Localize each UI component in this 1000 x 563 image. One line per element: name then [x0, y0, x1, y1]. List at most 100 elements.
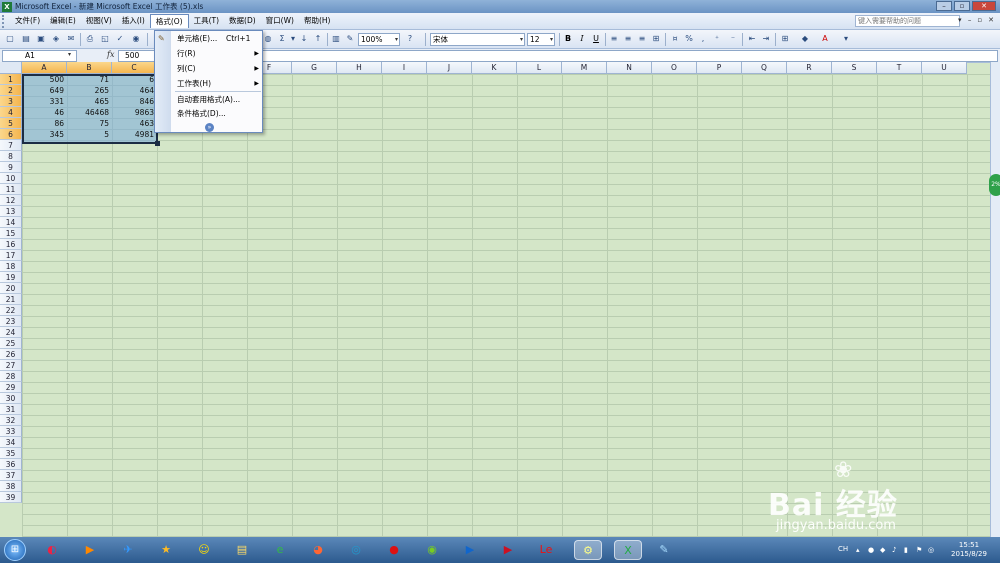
- cell[interactable]: 345: [22, 129, 67, 140]
- cell[interactable]: 465: [67, 96, 112, 107]
- cell[interactable]: 4981: [112, 129, 157, 140]
- folder-icon[interactable]: ▤: [232, 540, 252, 560]
- row-header[interactable]: 37: [0, 470, 22, 481]
- tray-security-icon[interactable]: ◆: [880, 546, 888, 554]
- bird-icon[interactable]: ✈: [118, 540, 138, 560]
- clock[interactable]: 15:51 2015/8/29: [946, 541, 992, 559]
- help-dropdown-icon[interactable]: ▾: [958, 16, 962, 24]
- star-icon[interactable]: ★: [156, 540, 176, 560]
- volume-icon[interactable]: ♪: [892, 546, 900, 554]
- green-player-icon[interactable]: ◉: [422, 540, 442, 560]
- row-header[interactable]: 16: [0, 239, 22, 250]
- row-header[interactable]: 19: [0, 272, 22, 283]
- row-header[interactable]: 23: [0, 316, 22, 327]
- email-icon[interactable]: ✉: [65, 33, 77, 45]
- row-header[interactable]: 20: [0, 283, 22, 294]
- row-header[interactable]: 15: [0, 228, 22, 239]
- row-header[interactable]: 4: [0, 107, 22, 118]
- menu-insert[interactable]: 插入(I): [117, 14, 150, 28]
- row-header[interactable]: 22: [0, 305, 22, 316]
- cell[interactable]: 46: [22, 107, 67, 118]
- menu-item-column[interactable]: 列(C) ▶: [177, 63, 261, 75]
- column-header-n[interactable]: N: [607, 62, 652, 74]
- row-header[interactable]: 31: [0, 404, 22, 415]
- sort-ascending-icon[interactable]: ↓: [298, 33, 310, 45]
- column-header-k[interactable]: K: [472, 62, 517, 74]
- zoom-select[interactable]: 100% ▾: [358, 33, 400, 46]
- row-header[interactable]: 21: [0, 294, 22, 305]
- cell[interactable]: 71: [67, 74, 112, 85]
- record-icon[interactable]: ●: [384, 540, 404, 560]
- insert-function-icon[interactable]: fx: [107, 50, 114, 59]
- close-icon[interactable]: ✕: [972, 1, 996, 11]
- column-header-l[interactable]: L: [517, 62, 562, 74]
- row-header[interactable]: 1: [0, 74, 22, 85]
- fill-handle[interactable]: [155, 141, 160, 146]
- cell[interactable]: 75: [67, 118, 112, 129]
- cell[interactable]: 5: [67, 129, 112, 140]
- help-search-input[interactable]: 键入需要帮助的问题: [855, 15, 960, 27]
- row-header[interactable]: 28: [0, 371, 22, 382]
- le-icon[interactable]: Le: [536, 540, 556, 560]
- font-color-icon[interactable]: A: [819, 33, 831, 45]
- open-icon[interactable]: ▤: [20, 33, 32, 45]
- help-icon[interactable]: ?: [404, 33, 416, 45]
- borders-icon[interactable]: ⊞: [779, 33, 791, 45]
- row-header[interactable]: 8: [0, 151, 22, 162]
- drawing-icon[interactable]: ✎: [344, 33, 356, 45]
- row-header[interactable]: 18: [0, 261, 22, 272]
- red-player-icon[interactable]: ▶: [498, 540, 518, 560]
- align-left-icon[interactable]: ≡: [608, 33, 620, 45]
- column-header-j[interactable]: J: [427, 62, 472, 74]
- cell[interactable]: 265: [67, 85, 112, 96]
- increase-decimal-icon[interactable]: ⁺: [711, 33, 723, 45]
- new-icon[interactable]: ▢: [4, 33, 16, 45]
- qq-icon[interactable]: ☺: [194, 540, 214, 560]
- menu-grip[interactable]: [2, 14, 10, 28]
- row-header[interactable]: 5: [0, 118, 22, 129]
- row-header[interactable]: 17: [0, 250, 22, 261]
- cell[interactable]: 464: [112, 85, 157, 96]
- column-header-h[interactable]: H: [337, 62, 382, 74]
- menu-help[interactable]: 帮助(H): [299, 14, 336, 28]
- row-header[interactable]: 27: [0, 360, 22, 371]
- menu-item-autoformat[interactable]: 自动套用格式(A)...: [177, 94, 261, 106]
- column-header-r[interactable]: R: [787, 62, 832, 74]
- name-box-dropdown-icon[interactable]: ▾: [68, 51, 71, 58]
- excel-icon[interactable]: X: [614, 540, 642, 560]
- cell[interactable]: 9863: [112, 107, 157, 118]
- row-header[interactable]: 6: [0, 129, 22, 140]
- menu-view[interactable]: 视图(V): [81, 14, 117, 28]
- row-header[interactable]: 9: [0, 162, 22, 173]
- font-name-select[interactable]: 宋体 ▾: [430, 33, 525, 46]
- sort-descending-icon[interactable]: ↑: [312, 33, 324, 45]
- print-icon[interactable]: ⎙: [84, 33, 96, 45]
- toolbar-options-icon[interactable]: ▾: [840, 33, 852, 45]
- tray-app-icon[interactable]: ●: [868, 546, 876, 554]
- font-size-select[interactable]: 12 ▾: [527, 33, 555, 46]
- cell[interactable]: 846: [112, 96, 157, 107]
- chrome-icon[interactable]: ◕: [308, 540, 328, 560]
- ime-indicator[interactable]: CH: [838, 545, 848, 553]
- ie-icon[interactable]: e: [270, 540, 290, 560]
- print-preview-icon[interactable]: ◱: [99, 33, 111, 45]
- cell[interactable]: 46468: [67, 107, 112, 118]
- row-header[interactable]: 36: [0, 459, 22, 470]
- hyperlink-icon[interactable]: ◍: [262, 33, 274, 45]
- row-header[interactable]: 39: [0, 492, 22, 503]
- player-icon[interactable]: ▶: [460, 540, 480, 560]
- network-icon[interactable]: ▮: [904, 546, 912, 554]
- double-chevron-down-icon[interactable]: »: [205, 123, 214, 132]
- 360-browser-icon[interactable]: ◐: [42, 540, 62, 560]
- column-header-u[interactable]: U: [922, 62, 967, 74]
- name-box[interactable]: A1: [2, 50, 77, 62]
- vertical-scrollbar[interactable]: 2%: [989, 62, 1000, 537]
- column-header-b[interactable]: B: [67, 62, 112, 74]
- chart-wizard-icon[interactable]: ▥: [330, 33, 342, 45]
- restore-icon[interactable]: ▫: [954, 1, 970, 11]
- tool-icon[interactable]: ⚙: [574, 540, 602, 560]
- menu-edit[interactable]: 编辑(E): [45, 14, 81, 28]
- row-header[interactable]: 13: [0, 206, 22, 217]
- menu-item-cells[interactable]: 单元格(E)... Ctrl+1: [177, 33, 261, 45]
- row-header[interactable]: 3: [0, 96, 22, 107]
